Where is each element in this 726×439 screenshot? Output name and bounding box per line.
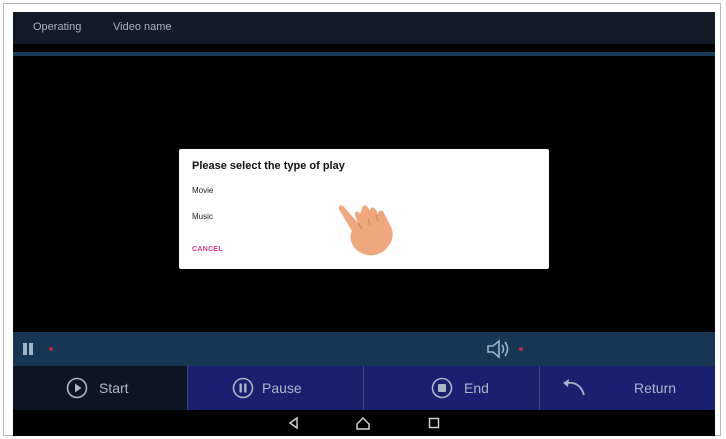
end-label: End	[464, 380, 489, 396]
volume-indicator[interactable]	[519, 347, 523, 351]
return-label: Return	[634, 380, 677, 396]
back-icon[interactable]	[286, 415, 302, 431]
pause-label: Pause	[262, 380, 302, 396]
device-screen: Operating Video name Please select the t…	[13, 12, 715, 436]
recent-apps-icon[interactable]	[426, 415, 442, 431]
progress-indicator[interactable]	[49, 347, 53, 351]
pause-icon[interactable]	[21, 342, 35, 356]
start-label: Start	[99, 380, 129, 396]
volume-icon[interactable]	[485, 338, 511, 360]
top-tab-bar: Operating Video name	[13, 12, 715, 44]
play-circle-icon	[66, 377, 88, 399]
tab-operating[interactable]: Operating	[33, 21, 81, 33]
dialog-title: Please select the type of play	[192, 160, 345, 172]
stop-circle-icon	[431, 377, 453, 399]
tab-video-name[interactable]: Video name	[113, 21, 172, 33]
control-buttons: Start Pause End Return	[13, 366, 715, 410]
cancel-button[interactable]: CANCEL	[192, 246, 223, 253]
hand-pointer-icon	[338, 205, 393, 256]
return-button[interactable]: Return	[540, 366, 715, 410]
end-button[interactable]: End	[364, 366, 539, 410]
undo-arrow-icon	[563, 379, 585, 396]
home-icon[interactable]	[355, 415, 371, 431]
playback-control-strip	[13, 332, 715, 366]
android-nav-bar	[13, 410, 715, 436]
pause-button[interactable]: Pause	[188, 366, 363, 410]
start-button[interactable]: Start	[13, 366, 187, 410]
pause-circle-icon	[232, 377, 254, 399]
